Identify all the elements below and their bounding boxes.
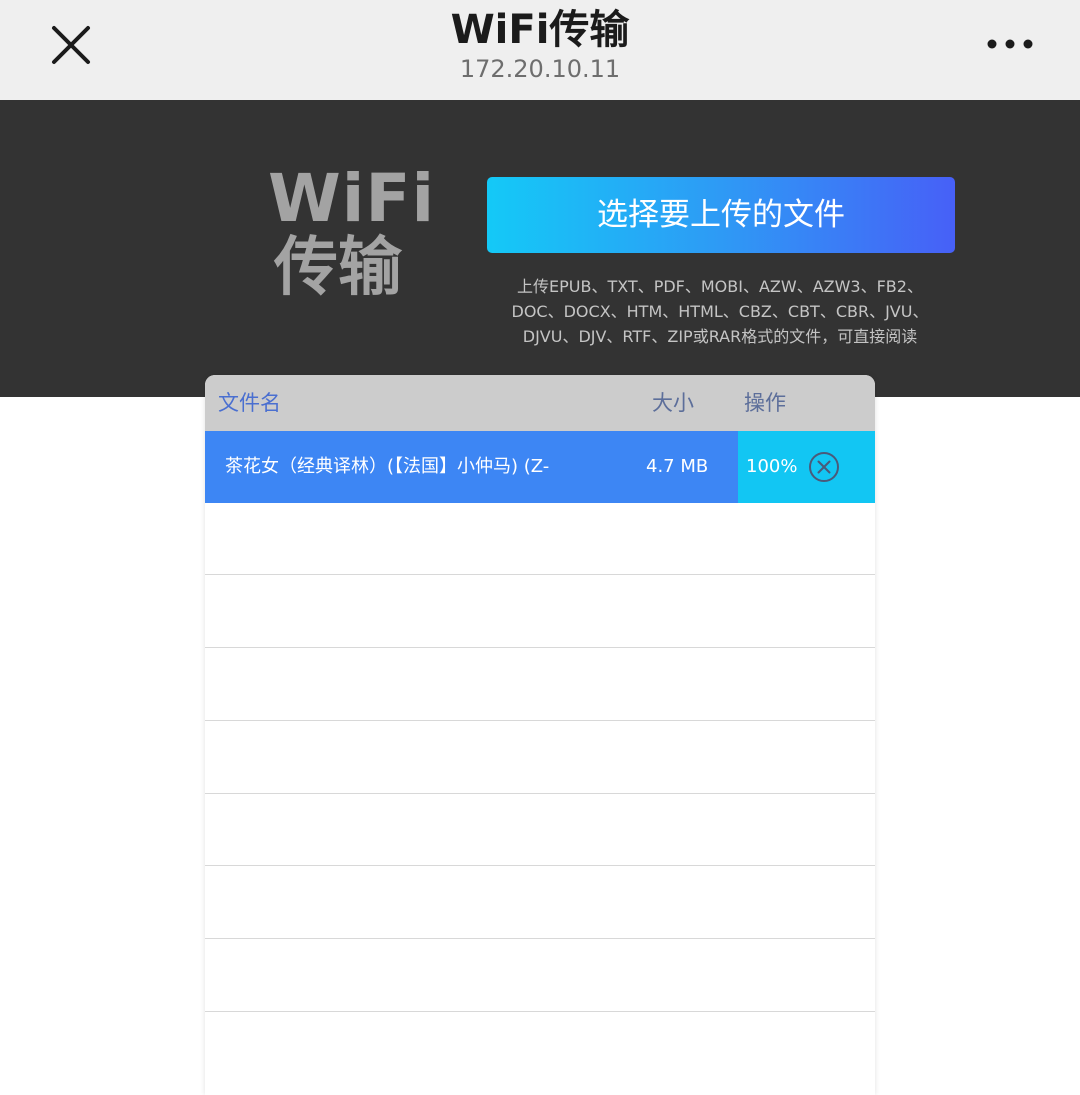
column-header-action: 操作 — [744, 391, 786, 415]
upload-banner: WiFi 传输 选择要上传的文件 上传EPUB、TXT、PDF、MOBI、AZW… — [0, 100, 1080, 397]
file-name-cell: 茶花女（经典译林）(【法国】小仲马) (Z- — [225, 456, 550, 477]
column-header-filename: 文件名 — [218, 391, 281, 415]
table-header: 文件名 大小 操作 — [205, 375, 875, 431]
empty-row — [205, 1013, 875, 1085]
upload-progress: 100% — [746, 456, 798, 477]
file-size-cell: 4.7 MB — [646, 456, 709, 477]
nav-bar: WiFi传输 172.20.10.11 — [0, 0, 1080, 100]
formats-line-1: 上传EPUB、TXT、PDF、MOBI、AZW、AZW3、FB2、 — [517, 277, 923, 296]
empty-row — [205, 503, 875, 575]
empty-row — [205, 940, 875, 1012]
cancel-upload-button[interactable] — [808, 451, 840, 483]
empty-row — [205, 722, 875, 794]
supported-formats-text: 上传EPUB、TXT、PDF、MOBI、AZW、AZW3、FB2、 DOC、DO… — [470, 274, 970, 349]
select-file-button[interactable]: 选择要上传的文件 — [487, 177, 955, 253]
cancel-circle-icon — [809, 452, 839, 482]
logo-line-1: WiFi — [268, 160, 436, 237]
table-row[interactable]: 茶花女（经典译林）(【法国】小仲马) (Z- 4.7 MB 100% — [205, 431, 875, 503]
file-table: 文件名 大小 操作 茶花女（经典译林）(【法国】小仲马) (Z- 4.7 MB … — [205, 375, 875, 1095]
formats-line-2: DOC、DOCX、HTM、HTML、CBZ、CBT、CBR、JVU、 — [511, 302, 929, 321]
formats-line-3: DJVU、DJV、RTF、ZIP或RAR格式的文件，可直接阅读 — [522, 327, 918, 346]
empty-row — [205, 867, 875, 939]
more-dots-icon — [987, 39, 1033, 49]
wifi-logo: WiFi 传输 — [268, 160, 436, 305]
empty-row — [205, 794, 875, 866]
page-subtitle: 172.20.10.11 — [459, 55, 621, 83]
page-title: WiFi传输 — [450, 7, 630, 53]
more-button[interactable] — [980, 26, 1040, 62]
empty-row — [205, 649, 875, 721]
logo-line-2: 传输 — [274, 231, 402, 305]
column-header-size: 大小 — [652, 391, 694, 415]
action-cell: 100% — [738, 431, 875, 503]
empty-row — [205, 576, 875, 648]
